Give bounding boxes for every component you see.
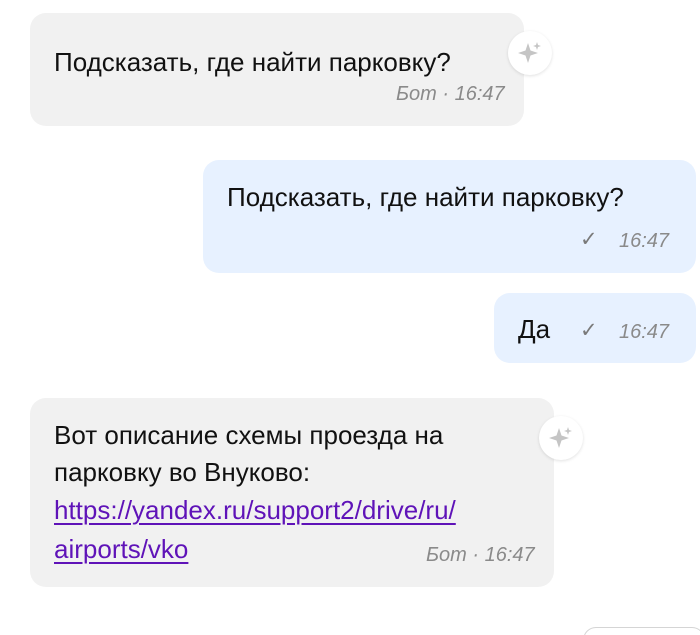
message-text: Подсказать, где найти парковку? (54, 47, 451, 77)
message-text: Подсказать, где найти парковку? (227, 182, 624, 212)
chat-thread: Подсказать, где найти парковку? Бот · 16… (0, 0, 700, 635)
message-time: 16:47 (619, 321, 670, 343)
message-text-line-2: парковку во Внуково: (54, 457, 311, 487)
message-time: 16:47 (619, 230, 670, 252)
checkmark-icon: ✓ (580, 228, 598, 251)
user-message-bubble[interactable]: Подсказать, где найти парковку? ✓ 16:47 (203, 160, 696, 273)
sparkle-button[interactable] (539, 416, 583, 460)
user-message-bubble[interactable]: Да ✓ 16:47 (494, 293, 696, 363)
bot-message-bubble[interactable]: Вот описание схемы проезда на парковку в… (30, 398, 554, 587)
bot-message-bubble[interactable]: Подсказать, где найти парковку? Бот · 16… (30, 13, 524, 126)
message-text: Да (518, 314, 551, 344)
checkmark-icon: ✓ (580, 319, 598, 342)
message-meta: Бот · 16:47 (426, 544, 535, 566)
message-text-line-1: Вот описание схемы проезда на (54, 420, 444, 450)
partial-bottom-control[interactable] (583, 627, 700, 635)
parking-scheme-link-line-1[interactable]: https://yandex.ru/support2/drive/ru/ (54, 493, 456, 528)
sparkle-icon (549, 427, 572, 448)
sparkle-button[interactable] (508, 31, 552, 75)
sparkle-icon (518, 42, 541, 63)
parking-scheme-link-line-2[interactable]: airports/vko (54, 532, 188, 567)
message-meta: Бот · 16:47 (396, 83, 505, 105)
